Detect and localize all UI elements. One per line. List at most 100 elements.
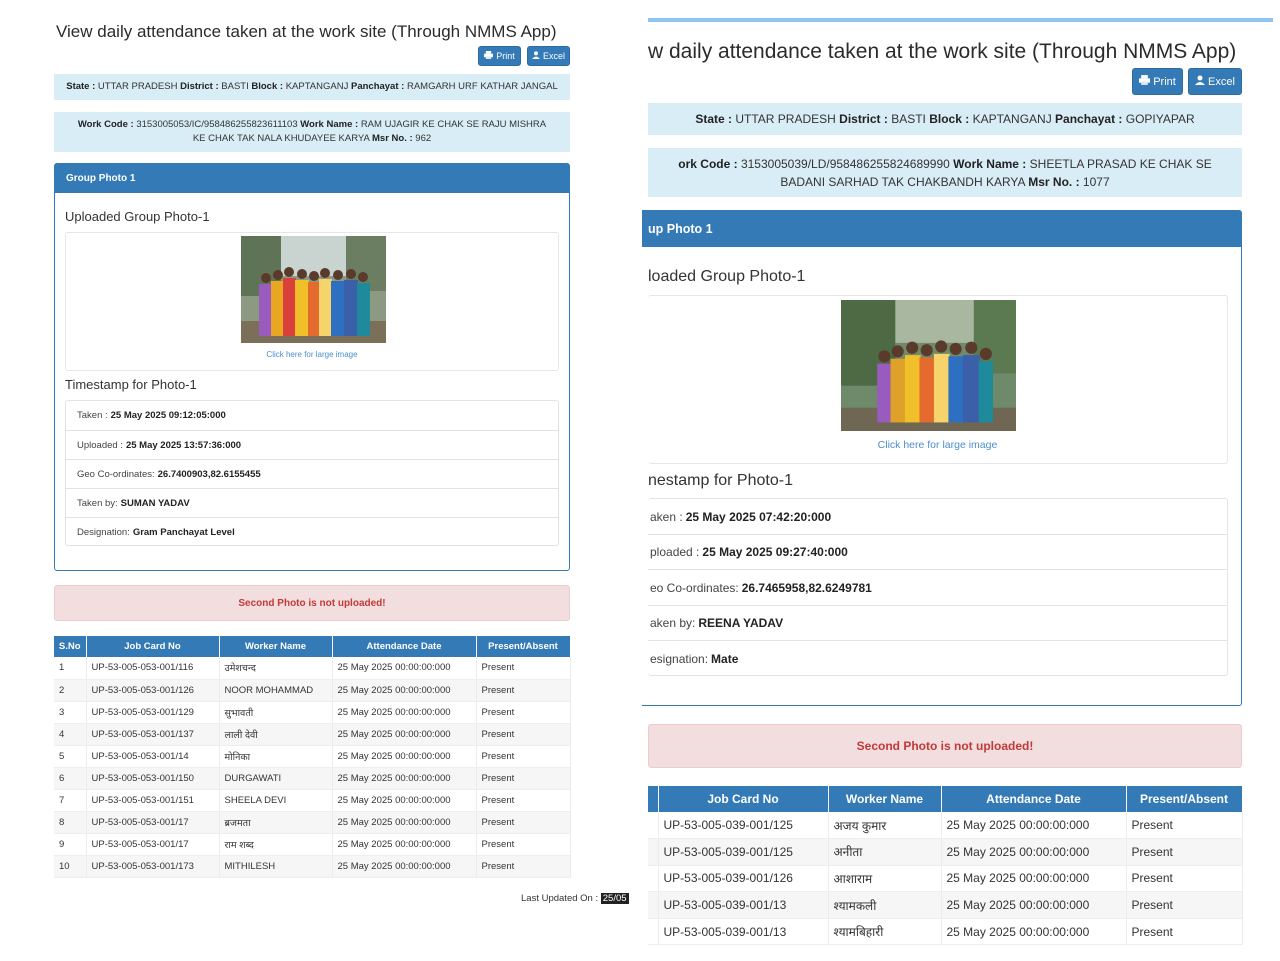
table-cell: 25 May 2025 00:00:00:000 (332, 855, 477, 878)
timestamp-list: Taken : 25 May 2025 09:12:05:000 Uploade… (65, 400, 559, 546)
table-cell: 1 (54, 657, 87, 680)
ts-label: aken by: (650, 616, 696, 630)
print-label: Print (496, 51, 515, 61)
col-header-attendance-date: Attendance Date (332, 636, 477, 657)
table-row: 1 UP-53-005-053-001/116 उमेशचन्द 25 May 202… (54, 657, 571, 680)
table-cell: Present (476, 811, 571, 834)
block-value: KAPTANGANJ (285, 80, 349, 92)
table-row: 7 UP-53-005-053-001/151 SHEELA DEVI 25 May … (54, 789, 571, 812)
table-row: UP-53-005-039-001/125 अनीता 25 May 2025 00… (648, 838, 1243, 866)
table-cell: UP-53-005-039-001/125 (658, 838, 829, 866)
ts-value: SUMAN YADAV (120, 497, 190, 509)
table-cell (648, 865, 659, 893)
excel-label: Excel (1208, 75, 1235, 88)
table-row: UP-53-005-039-001/13 श्यामबिहारी 25 May 20… (648, 918, 1243, 946)
table-cell: 25 May 2025 00:00:00:000 (332, 679, 477, 702)
photo-container: Click here for large image (648, 295, 1228, 464)
work-line: Work Code : 3153005053/IC/95848625582361… (74, 118, 550, 147)
table-row: 6 UP-53-005-053-001/150 DURGAWATI 25 May 20… (54, 767, 571, 790)
table-cell (648, 812, 659, 840)
table-header-row: S.No Job Card No Worker Name Attendance … (54, 636, 571, 657)
table-cell: सुभावती (219, 701, 333, 724)
ts-row-taken: Taken : 25 May 2025 09:12:05:000 (66, 401, 558, 430)
print-button[interactable]: Print (478, 46, 521, 66)
ts-value: 25 May 2025 13:57:36:000 (125, 439, 242, 451)
col-header-attendance-date: Attendance Date (941, 786, 1127, 812)
table-cell: श्यामबिहारी (828, 918, 942, 946)
table-cell: Present (476, 833, 571, 856)
second-photo-alert: Second Photo is not uploaded! (54, 585, 570, 621)
location-line: State : UTTAR PRADESH District : BASTI B… (695, 110, 1194, 128)
panchayat-value: RAMGARH URF KATHAR JANGAL (406, 80, 558, 92)
table-cell: SHEELA DEVI (219, 789, 333, 812)
ts-value: REENA YADAV (698, 616, 784, 630)
state-label: State : (66, 80, 96, 92)
group-photo-panel: up Photo 1 loaded Group Photo-1 Click he… (642, 210, 1242, 706)
ts-value: Gram Panchayat Level (132, 526, 235, 538)
table-cell: 25 May 2025 00:00:00:000 (332, 657, 477, 680)
table-cell: Present (476, 789, 571, 812)
table-row: 3 UP-53-005-053-001/129 सुभावती 25 May 2025… (54, 701, 571, 724)
table-cell: 25 May 2025 00:00:00:000 (941, 918, 1127, 946)
table-cell: 8 (54, 811, 87, 834)
state-value: UTTAR PRADESH (97, 80, 178, 92)
group-photo-image[interactable] (241, 236, 386, 343)
ts-row-taken-by: Taken by: SUMAN YADAV (66, 488, 558, 517)
work-info-box: Work Code : 3153005053/IC/95848625582361… (54, 112, 570, 152)
ts-value: 26.7400903,82.6155455 (157, 468, 261, 480)
table-row: 4 UP-53-005-053-001/137 लाली देवी 25 May 20… (54, 723, 571, 746)
table-row: 2 UP-53-005-053-001/126 NOOR MOHAMMAD 25 Ma… (54, 679, 571, 702)
second-photo-alert: Second Photo is not uploaded! (648, 724, 1242, 768)
table-cell: UP-53-005-039-001/13 (658, 891, 829, 919)
location-info-box: State : UTTAR PRADESH District : BASTI B… (648, 103, 1242, 135)
table-cell: श्यामकली (828, 891, 942, 919)
table-cell: Present (1126, 812, 1243, 840)
ts-row-geo: Geo Co-ordinates: 26.7400903,82.6155455 (66, 459, 558, 488)
last-updated: Last Updated On : 25/05 (521, 893, 629, 904)
uploaded-photo-title: loaded Group Photo-1 (648, 268, 806, 285)
work-line: ork Code : 3153005039/LD/958486255824689… (660, 155, 1230, 191)
table-cell (648, 838, 659, 866)
table-row: 9 UP-53-005-053-001/17 राम शब्द 25 May 2025… (54, 833, 571, 856)
table-cell: UP-53-005-053-001/17 (86, 811, 220, 834)
district-value: BASTI (891, 112, 926, 126)
state-value: UTTAR PRADESH (735, 112, 836, 126)
ts-row-uploaded: Uploaded : 25 May 2025 13:57:36:000 (66, 430, 558, 459)
work-code-value: 3153005039/LD/958486255824689990 (740, 156, 950, 171)
table-cell: Present (476, 723, 571, 746)
work-name-label: Work Name : (300, 118, 359, 130)
msr-value: 962 (415, 133, 432, 144)
ts-row-designation: esignation: Mate (648, 640, 1227, 676)
table-cell: Present (1126, 838, 1243, 866)
block-label: Block : (251, 80, 284, 92)
print-icon (1139, 75, 1151, 88)
excel-button[interactable]: Excel (1188, 68, 1242, 95)
work-code-label: Work Code : (77, 118, 134, 130)
table-cell: Present (476, 767, 571, 790)
col-header-present-absent: Present/Absent (476, 636, 571, 657)
work-code-label: ork Code : (678, 156, 738, 171)
large-image-link[interactable]: Click here for large image (648, 439, 1227, 451)
table-cell: UP-53-005-053-001/137 (86, 723, 220, 746)
panchayat-label: Panchayat : (1055, 112, 1123, 126)
timestamp-list: aken : 25 May 2025 07:42:20:000 ploaded … (648, 498, 1228, 676)
large-image-link[interactable]: Click here for large image (66, 350, 558, 359)
work-info-box: ork Code : 3153005039/LD/958486255824689… (648, 148, 1242, 197)
col-header-worker-name: Worker Name (828, 786, 942, 812)
page-title: w daily attendance taken at the work sit… (648, 40, 1237, 63)
excel-button[interactable]: Excel (527, 46, 570, 66)
msr-label: Msr No. : (1028, 174, 1080, 189)
table-cell: UP-53-005-053-001/17 (86, 833, 220, 856)
ts-row-geo: eo Co-ordinates: 26.7465958,82.6249781 (648, 569, 1227, 605)
print-button[interactable]: Print (1132, 68, 1183, 95)
table-cell: UP-53-005-053-001/150 (86, 767, 220, 790)
table-cell: 25 May 2025 00:00:00:000 (332, 767, 477, 790)
timestamp-title: nestamp for Photo-1 (648, 472, 793, 489)
table-cell: मोनिका (219, 745, 333, 768)
excel-user-icon (1195, 75, 1206, 88)
group-photo-image[interactable] (841, 300, 1016, 431)
table-row: UP-53-005-039-001/13 श्यामकली 25 May 2025 … (648, 891, 1243, 919)
table-cell (648, 891, 659, 919)
table-cell (648, 918, 659, 946)
left-screenshot-panel: View daily attendance taken at the work … (0, 0, 640, 961)
